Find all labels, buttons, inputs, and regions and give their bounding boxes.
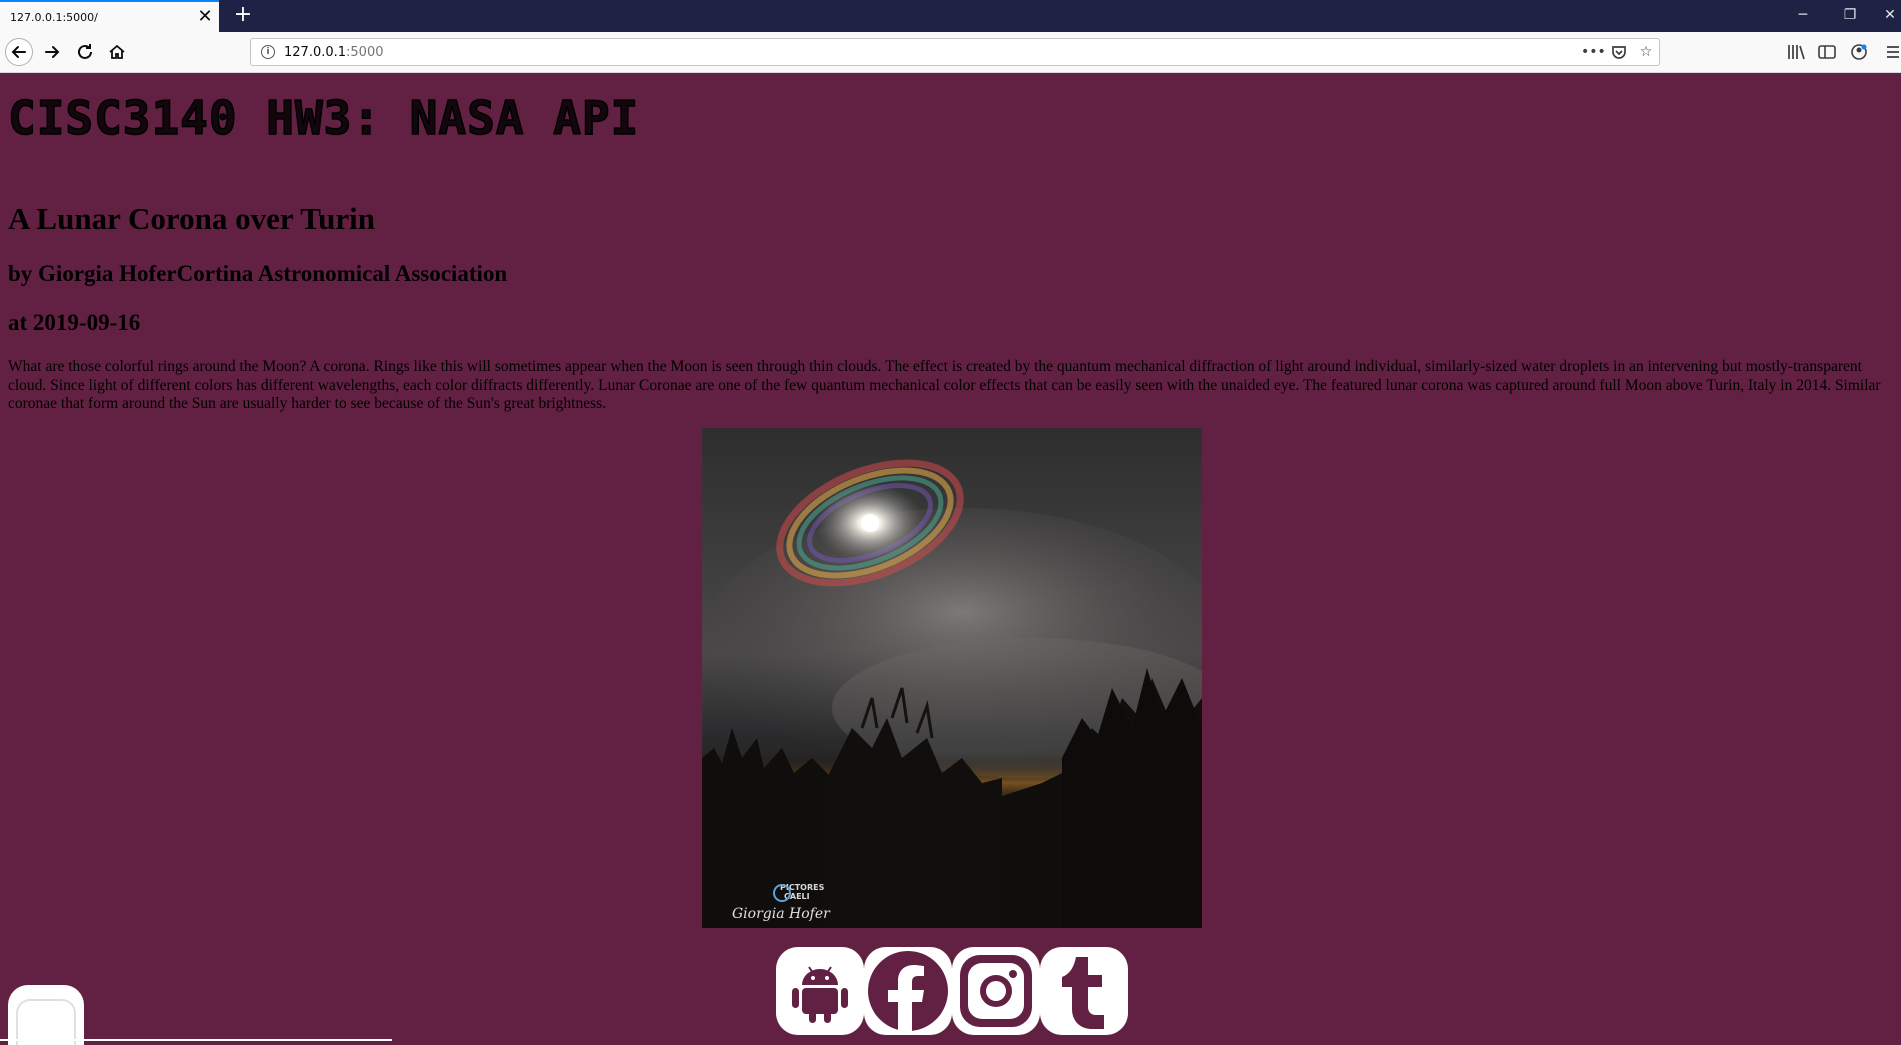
active-tab[interactable]: 127.0.0.1:5000/ ✕ bbox=[0, 0, 219, 32]
tab-bar: 127.0.0.1:5000/ ✕ + ─ ❐ ✕ bbox=[0, 0, 1901, 32]
url-host: 127.0.0.1 bbox=[284, 45, 347, 60]
apod-title: A Lunar Corona over Turin bbox=[8, 201, 375, 236]
minimize-icon[interactable]: ─ bbox=[1790, 4, 1816, 26]
restore-icon[interactable]: ❐ bbox=[1837, 4, 1863, 26]
account-icon[interactable] bbox=[1848, 41, 1870, 63]
menu-icon[interactable] bbox=[1884, 41, 1900, 63]
url-text: 127.0.0.1:5000 bbox=[284, 45, 384, 60]
android-icon[interactable] bbox=[776, 947, 864, 1035]
tab-close-icon[interactable]: ✕ bbox=[196, 8, 214, 26]
url-bar[interactable]: i 127.0.0.1:5000 ••• ☆ bbox=[250, 38, 1660, 66]
url-port: :5000 bbox=[346, 45, 384, 60]
apod-date: at 2019-09-16 bbox=[8, 310, 141, 335]
home-icon[interactable] bbox=[105, 40, 129, 64]
back-icon[interactable] bbox=[5, 38, 33, 66]
floating-chat-widget[interactable] bbox=[8, 985, 84, 1045]
apod-description: What are those colorful rings around the… bbox=[8, 358, 1881, 412]
apod-author: by Giorgia HoferCortina Astronomical Ass… bbox=[8, 261, 508, 286]
tumblr-icon[interactable] bbox=[1040, 947, 1128, 1035]
facebook-icon[interactable] bbox=[864, 947, 952, 1035]
site-title: CISC3140 HW3: NASA API bbox=[7, 90, 640, 146]
instagram-icon[interactable] bbox=[952, 947, 1040, 1035]
navigation-toolbar: i 127.0.0.1:5000 ••• ☆ bbox=[0, 32, 1901, 73]
library-icon[interactable] bbox=[1785, 41, 1807, 63]
reload-icon[interactable] bbox=[73, 40, 97, 64]
sidebar-icon[interactable] bbox=[1816, 41, 1838, 63]
info-icon[interactable]: i bbox=[261, 45, 275, 59]
bookmark-star-icon[interactable]: ☆ bbox=[1636, 42, 1656, 62]
page-content: CISC3140 HW3: NASA API A Lunar Corona ov… bbox=[0, 73, 1901, 1045]
window-close-icon[interactable]: ✕ bbox=[1880, 4, 1900, 26]
tab-title: 127.0.0.1:5000/ bbox=[10, 11, 98, 24]
pocket-icon[interactable] bbox=[1609, 42, 1629, 62]
new-tab-button[interactable]: + bbox=[232, 4, 254, 26]
more-icon[interactable]: ••• bbox=[1581, 42, 1606, 62]
apod-image: PICTORES CAELI Giorgia Hofer bbox=[702, 428, 1202, 928]
forward-icon[interactable] bbox=[40, 40, 64, 64]
svg-text:Giorgia Hofer: Giorgia Hofer bbox=[732, 906, 831, 922]
